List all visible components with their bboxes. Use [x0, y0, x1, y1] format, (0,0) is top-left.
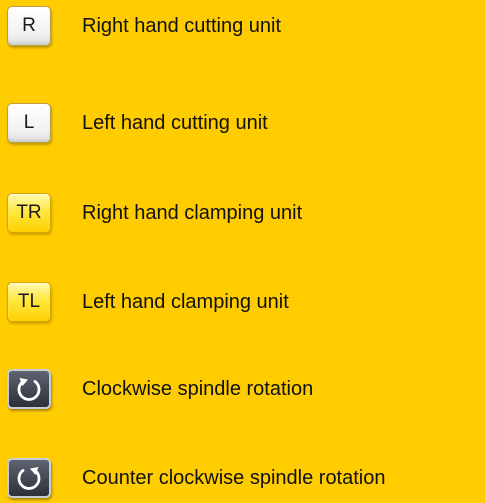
right-cutting-unit-button[interactable]: R — [7, 6, 51, 46]
right-clamping-unit-button[interactable]: TR — [7, 193, 51, 233]
clockwise-rotation-button[interactable] — [7, 369, 51, 409]
clockwise-rotation-icon — [17, 378, 41, 401]
left-cutting-unit-label: Left hand cutting unit — [82, 112, 268, 134]
counter-clockwise-rotation-label: Counter clockwise spindle rotation — [82, 467, 386, 489]
left-clamping-unit-button[interactable]: TL — [7, 282, 51, 322]
left-cutting-unit-button[interactable]: L — [7, 103, 51, 143]
legend-item-clockwise: Clockwise spindle rotation — [0, 369, 485, 413]
legend-item-left-clamping: TL Left hand clamping unit — [0, 282, 485, 326]
legend-item-right-clamping: TR Right hand clamping unit — [0, 193, 485, 237]
legend-item-right-cutting: R Right hand cutting unit — [0, 6, 485, 50]
legend-item-left-cutting: L Left hand cutting unit — [0, 103, 485, 147]
counter-clockwise-rotation-icon — [17, 467, 41, 490]
counter-clockwise-rotation-button[interactable] — [7, 458, 51, 498]
left-clamping-unit-label: Left hand clamping unit — [82, 291, 289, 313]
clockwise-rotation-label: Clockwise spindle rotation — [82, 378, 314, 400]
right-cutting-unit-label: Right hand cutting unit — [82, 15, 282, 37]
legend-list: R Right hand cutting unit L Left hand cu… — [0, 0, 485, 503]
right-clamping-unit-label: Right hand clamping unit — [82, 202, 303, 224]
legend-item-counter-clockwise: Counter clockwise spindle rotation — [0, 458, 485, 502]
